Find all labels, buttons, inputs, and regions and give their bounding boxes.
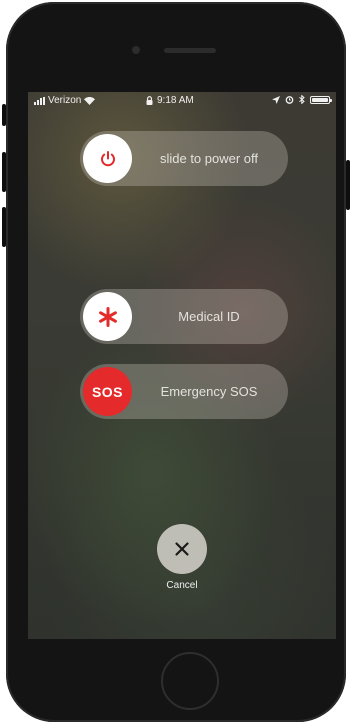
- side-power-button: [346, 160, 350, 210]
- wifi-icon: [84, 96, 96, 105]
- sos-slider-label: Emergency SOS: [160, 384, 258, 399]
- lock-icon: [146, 96, 153, 105]
- location-arrow-icon: [272, 95, 280, 104]
- cancel-button[interactable]: [157, 524, 207, 574]
- power-slider-knob[interactable]: [83, 134, 132, 183]
- close-icon: [175, 542, 189, 556]
- sos-slider-knob[interactable]: SOS: [83, 367, 132, 416]
- medical-id-slider[interactable]: Medical ID: [80, 289, 288, 344]
- sos-knob-text: SOS: [91, 383, 124, 400]
- home-button[interactable]: [161, 652, 219, 710]
- mute-switch: [2, 104, 6, 126]
- power-slider-label: slide to power off: [159, 151, 259, 166]
- earpiece-speaker: [164, 48, 216, 53]
- cancel-label: Cancel: [166, 580, 198, 591]
- front-camera: [132, 46, 140, 54]
- status-bar: Verizon 9:18 AM: [28, 92, 336, 110]
- power-off-screen: Verizon 9:18 AM slide to power off Medic…: [28, 92, 336, 639]
- volume-up-button: [2, 152, 6, 192]
- battery-icon: [310, 95, 332, 104]
- emergency-sos-slider[interactable]: SOS Emergency SOS: [80, 364, 288, 419]
- status-time: 9:18 AM: [157, 95, 194, 106]
- alarm-icon: [285, 96, 294, 104]
- carrier-name: Verizon: [48, 95, 82, 106]
- power-off-slider[interactable]: slide to power off: [80, 131, 288, 186]
- volume-down-button: [2, 207, 6, 247]
- medical-slider-label: Medical ID: [178, 309, 240, 324]
- medical-slider-knob[interactable]: [83, 292, 132, 341]
- power-icon: [100, 150, 115, 166]
- signal-bars-icon: [34, 96, 45, 105]
- bluetooth-icon: [299, 95, 305, 104]
- asterisk-icon: [98, 306, 117, 327]
